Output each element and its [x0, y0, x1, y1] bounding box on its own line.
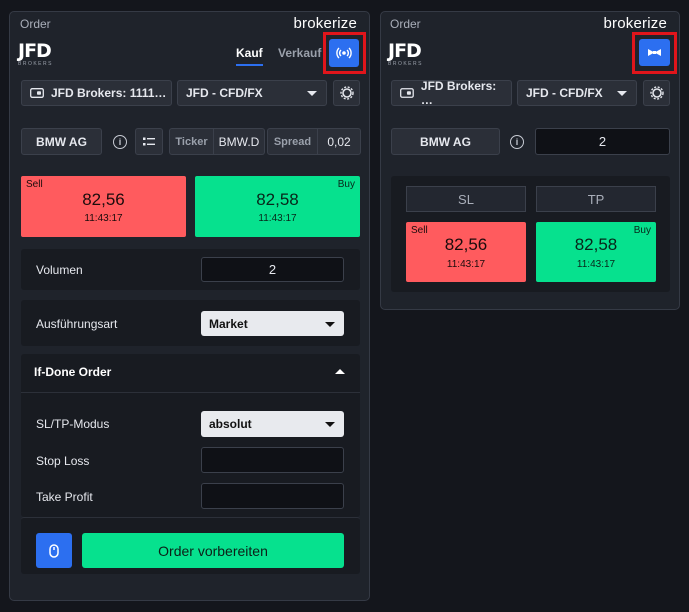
execution-select[interactable]: Market — [201, 311, 344, 336]
order-panel-compact: Order brokerize JFD BROKERS JFD Brokers:… — [380, 11, 680, 310]
caret-down-icon — [617, 91, 627, 96]
submit-section: Order vorbereiten — [21, 517, 360, 574]
wallet-icon — [400, 88, 414, 98]
brokerize-logo: brokerize — [603, 15, 667, 34]
buy-price: 82,58 — [574, 235, 618, 254]
jfd-logo: JFD BROKERS — [18, 40, 53, 68]
execution-section: Ausführungsart Market — [21, 300, 360, 346]
mouse-icon — [49, 543, 59, 558]
buy-quote[interactable]: Buy 82,58 11:43:17 — [536, 222, 656, 282]
sltp-mode-label: SL/TP-Modus — [36, 417, 110, 431]
caret-down-icon — [325, 422, 335, 427]
stop-loss-input[interactable] — [201, 447, 344, 473]
volume-label: Volumen — [36, 263, 83, 277]
buy-quote[interactable]: Buy 82,58 11:43:17 — [195, 176, 360, 237]
quote-section: SL TP Sell 82,56 11:43:17 Buy 82,58 11:4… — [391, 176, 670, 292]
caret-down-icon — [307, 91, 317, 96]
list-icon — [143, 137, 155, 145]
market-select[interactable]: JFD - CFD/FX — [177, 80, 327, 106]
take-profit-input[interactable] — [201, 483, 344, 509]
if-done-header[interactable]: If-Done Order — [34, 365, 111, 379]
stop-loss-label: Stop Loss — [36, 454, 90, 468]
ticker-value: BMW.D — [214, 128, 265, 155]
spread-box: Spread 0,02 — [267, 128, 361, 155]
sell-time: 11:43:17 — [446, 259, 486, 270]
ticker-box: Ticker BMW.D — [169, 128, 265, 155]
caret-down-icon — [325, 321, 335, 327]
gear-icon — [649, 86, 664, 100]
execution-label: Ausführungsart — [36, 317, 118, 331]
account-button[interactable]: JFD Brokers: … — [391, 79, 512, 107]
highlight-box — [323, 32, 366, 74]
sell-quote[interactable]: Sell 82,56 11:43:17 — [406, 222, 526, 282]
buy-time: 11:43:17 — [576, 259, 616, 270]
buy-time: 11:43:17 — [258, 213, 297, 224]
symbol-button[interactable]: BMW AG — [391, 128, 500, 155]
settings-button[interactable] — [333, 80, 360, 106]
chevron-up-icon[interactable] — [335, 369, 345, 374]
market-select[interactable]: JFD - CFD/FX — [517, 80, 637, 106]
sell-quote[interactable]: Sell 82,56 11:43:17 — [21, 176, 186, 237]
spread-label: Spread — [267, 128, 318, 155]
info-icon[interactable]: i — [113, 135, 127, 149]
sltp-mode-select[interactable]: absolut — [201, 411, 344, 437]
wallet-icon — [30, 88, 44, 98]
sell-price: 82,56 — [82, 190, 125, 209]
prepare-order-button[interactable]: Order vorbereiten — [82, 533, 344, 568]
brokerize-logo: brokerize — [293, 15, 357, 34]
symbol-button[interactable]: BMW AG — [21, 128, 102, 155]
ticker-label: Ticker — [169, 128, 214, 155]
order-panel-main: Order brokerize JFD BROKERS Kauf Verkauf… — [9, 11, 370, 601]
settings-button[interactable] — [643, 80, 670, 106]
panel-title: Order — [390, 17, 421, 31]
tab-verkauf[interactable]: Verkauf — [278, 46, 321, 60]
if-done-section: If-Done Order SL/TP-Modus absolut Stop L… — [21, 354, 360, 517]
if-done-divider — [21, 392, 360, 393]
sell-tag: Sell — [26, 179, 43, 190]
highlight-box — [632, 32, 677, 74]
list-view-button[interactable] — [135, 128, 163, 155]
sell-time: 11:43:17 — [84, 213, 123, 224]
gear-icon — [339, 86, 354, 100]
buy-price: 82,58 — [256, 190, 299, 209]
quantity-input[interactable]: 2 — [535, 128, 670, 155]
account-button[interactable]: JFD Brokers: 1111… — [21, 80, 172, 106]
active-tab-indicator — [236, 64, 263, 66]
sell-price: 82,56 — [444, 235, 488, 254]
tp-button[interactable]: TP — [536, 186, 656, 212]
spread-value: 0,02 — [318, 128, 361, 155]
mouse-mode-button[interactable] — [36, 533, 72, 568]
panel-title: Order — [20, 17, 51, 31]
take-profit-label: Take Profit — [36, 490, 93, 504]
volume-section: Volumen 2 — [21, 249, 360, 290]
info-icon[interactable]: i — [510, 135, 524, 149]
jfd-logo: JFD BROKERS — [388, 40, 423, 68]
buy-tag: Buy — [337, 179, 355, 190]
sl-button[interactable]: SL — [406, 186, 526, 212]
volume-input[interactable]: 2 — [201, 257, 344, 282]
tab-kauf[interactable]: Kauf — [236, 46, 263, 66]
